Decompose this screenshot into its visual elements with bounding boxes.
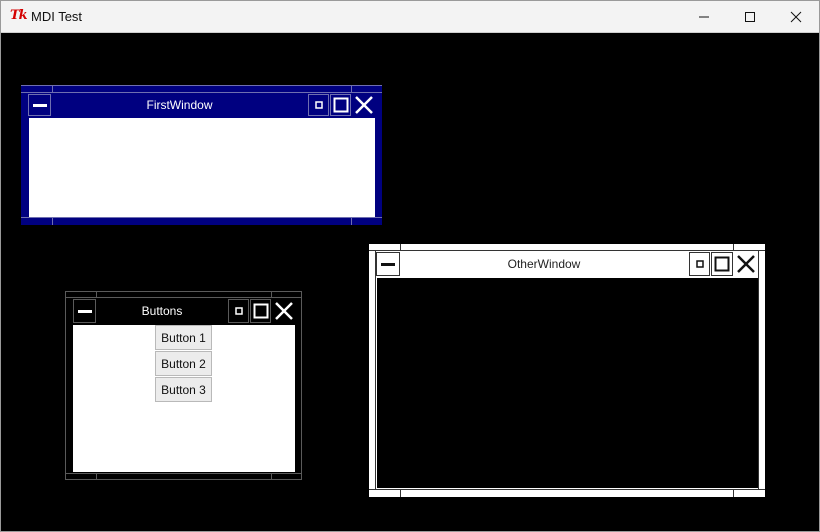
first-title[interactable]: FirstWindow: [53, 94, 306, 116]
app-window: Tk MDI Test FirstWindow Buttons Button 1…: [0, 0, 820, 532]
buttons-content: Button 1 Button 2 Button 3: [73, 325, 295, 472]
minimize-icon: [314, 101, 323, 109]
maximize-icon: [745, 11, 755, 22]
child-window-first[interactable]: FirstWindow: [21, 85, 382, 225]
first-minimize-button[interactable]: [308, 94, 329, 116]
first-maximize-button[interactable]: [330, 94, 351, 116]
dash-icon: [77, 310, 92, 313]
minimize-button[interactable]: [681, 1, 727, 32]
other-maximize-button[interactable]: [711, 252, 733, 276]
other-menu-button[interactable]: [376, 252, 400, 276]
maximize-button[interactable]: [727, 1, 773, 32]
mdi-client-area[interactable]: FirstWindow Buttons Button 1 Button 2 Bu…: [4, 33, 816, 528]
minimize-icon: [234, 307, 243, 315]
minimize-icon: [699, 16, 709, 17]
first-close-button[interactable]: [352, 94, 376, 116]
close-icon: [355, 96, 373, 114]
buttons-menu-button[interactable]: [73, 299, 96, 323]
first-menu-button[interactable]: [28, 94, 51, 116]
close-icon: [790, 11, 802, 22]
button-1[interactable]: Button 1: [155, 325, 212, 350]
buttons-minimize-button[interactable]: [228, 299, 249, 323]
button-2[interactable]: Button 2: [155, 351, 212, 376]
maximize-icon: [253, 303, 268, 319]
buttons-close-button[interactable]: [272, 299, 296, 323]
other-close-button[interactable]: [734, 252, 758, 276]
app-title: MDI Test: [31, 9, 83, 24]
other-content: [377, 278, 758, 488]
buttons-maximize-button[interactable]: [250, 299, 271, 323]
close-button[interactable]: [773, 1, 819, 32]
maximize-icon: [714, 256, 730, 272]
other-title[interactable]: OtherWindow: [401, 252, 687, 276]
close-icon: [275, 302, 293, 320]
app-titlebar[interactable]: Tk MDI Test: [1, 1, 819, 33]
child-window-other[interactable]: OtherWindow: [369, 244, 765, 497]
first-content: [29, 118, 375, 217]
other-minimize-button[interactable]: [689, 252, 710, 276]
dash-icon: [381, 263, 395, 266]
minimize-icon: [695, 260, 704, 268]
close-icon: [737, 255, 755, 273]
button-3[interactable]: Button 3: [155, 377, 212, 402]
dash-icon: [32, 104, 47, 107]
tk-logo-icon: Tk: [10, 8, 28, 23]
buttons-title[interactable]: Buttons: [97, 299, 227, 323]
maximize-icon: [333, 97, 348, 113]
child-window-buttons[interactable]: Buttons Button 1 Button 2 Button 3: [65, 291, 302, 480]
